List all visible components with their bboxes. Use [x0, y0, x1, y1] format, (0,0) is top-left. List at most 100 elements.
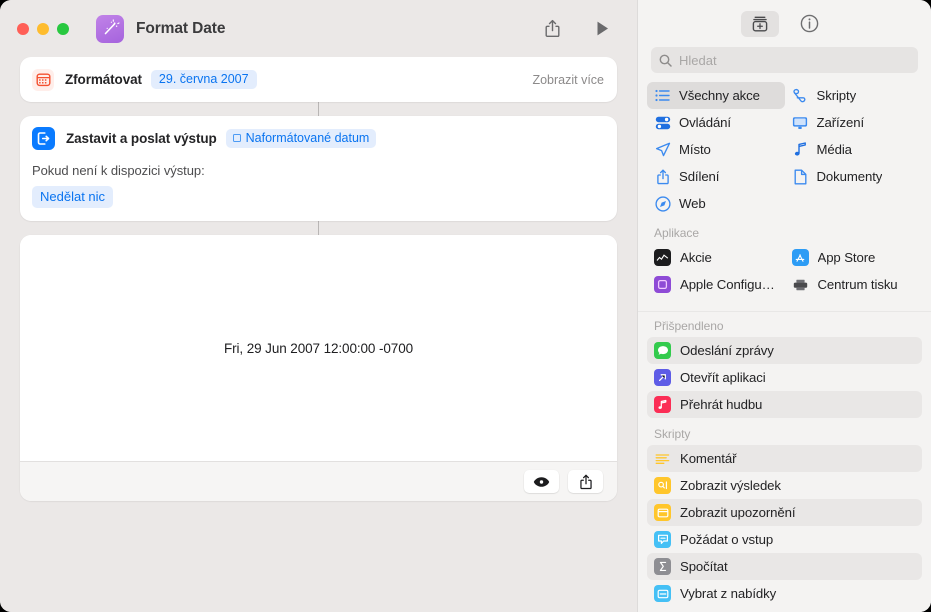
- output-variable-token[interactable]: Naformátované datum: [225, 129, 377, 148]
- script-label: Komentář: [680, 451, 737, 466]
- app-label: Centrum tisku: [817, 277, 898, 292]
- sliders-icon: [654, 116, 671, 130]
- app-store-icon: [791, 249, 809, 266]
- location-arrow-icon: [654, 142, 671, 157]
- magic-wand-icon: [96, 14, 124, 43]
- script-label: Zobrazit výsledek: [680, 478, 781, 493]
- script-label: Spočítat: [680, 559, 728, 574]
- pinned-item-prehrat-hudbu[interactable]: Přehrát hudbu: [647, 391, 922, 418]
- zoom-button[interactable]: [57, 22, 69, 35]
- print-center-icon: [792, 276, 809, 293]
- app-label: App Store: [817, 250, 876, 265]
- calendar-icon: [32, 68, 54, 91]
- no-output-label: Pokud není k dispozici výstup:: [32, 163, 205, 178]
- list-clip-fade: [638, 298, 931, 312]
- category-misto[interactable]: Místo: [647, 136, 785, 163]
- music-note-icon: [792, 142, 809, 157]
- messages-icon: [654, 342, 671, 359]
- category-label: Sdílení: [679, 169, 720, 184]
- shortcuts-window: Format Date Zformátovat 29. června 2007 …: [0, 0, 931, 612]
- no-output-value-chip[interactable]: Nedělat nic: [32, 186, 114, 208]
- library-toolbar: [638, 0, 931, 47]
- action-library-button[interactable]: [741, 10, 779, 37]
- category-web[interactable]: Web: [647, 190, 785, 217]
- category-label: Ovládání: [679, 115, 731, 130]
- preview-toolbar: [20, 461, 617, 501]
- minimize-button[interactable]: [37, 22, 49, 35]
- editor-pane: Format Date Zformátovat 29. června 2007 …: [0, 0, 637, 612]
- category-label: Média: [816, 142, 852, 157]
- pinned-section-header: Přišpendleno: [654, 319, 724, 333]
- pinned-scripts-panel: Přišpendleno Odeslání zprávy Otevřít apl…: [638, 312, 931, 612]
- show-alert-icon: [654, 504, 671, 521]
- share-up-icon: [654, 169, 671, 185]
- info-button[interactable]: [790, 11, 828, 37]
- show-more-button[interactable]: Zobrazit více: [532, 73, 604, 87]
- script-item-spocitat[interactable]: Spočítat: [647, 553, 922, 580]
- action-label: Zastavit a poslat výstup: [66, 131, 217, 146]
- choose-menu-icon: [654, 585, 671, 602]
- variable-square-icon: [232, 134, 241, 142]
- window-title: Format Date: [136, 19, 226, 37]
- action-card-format-date[interactable]: Zformátovat 29. června 2007 Zobrazit víc…: [20, 57, 617, 102]
- search-input[interactable]: [679, 52, 910, 68]
- script-label: Zobrazit upozornění: [680, 505, 796, 520]
- quick-look-button[interactable]: [524, 470, 559, 493]
- category-label: Web: [679, 196, 706, 211]
- share-icon[interactable]: [537, 16, 567, 42]
- run-shortcut-button[interactable]: [587, 16, 617, 42]
- window-titlebar: Format Date: [0, 0, 637, 57]
- search-container: [638, 47, 931, 82]
- calculate-sigma-icon: [654, 558, 671, 575]
- category-label: Zařízení: [816, 115, 865, 130]
- date-token[interactable]: 29. června 2007: [150, 70, 257, 89]
- app-item-akcie[interactable]: Akcie: [647, 244, 785, 271]
- app-item-app-store[interactable]: App Store: [785, 244, 923, 271]
- display-icon: [792, 116, 809, 130]
- pinned-label: Otevřít aplikaci: [680, 370, 766, 385]
- category-label: Všechny akce: [679, 88, 760, 103]
- result-preview-card: Fri, 29 Jun 2007 12:00:00 -0700: [20, 235, 617, 501]
- token-label: Naformátované datum: [245, 131, 370, 145]
- category-vsechny-akce[interactable]: Všechny akce: [647, 82, 785, 109]
- category-dokumenty[interactable]: Dokumenty: [785, 163, 923, 190]
- action-header-row: Zastavit a poslat výstup Naformátované d…: [32, 127, 604, 150]
- script-item-vybrat-z-nabidky[interactable]: Vybrat z nabídky: [647, 580, 922, 607]
- category-ovladani[interactable]: Ovládání: [647, 109, 785, 136]
- action-label: Zformátovat: [65, 72, 142, 87]
- script-item-pozadat-o-vstup[interactable]: Požádat o vstup: [647, 526, 922, 553]
- apps-section-header: Aplikace: [654, 226, 699, 240]
- app-item-centrum-tisku[interactable]: Centrum tisku: [785, 271, 923, 298]
- search-field[interactable]: [651, 47, 918, 73]
- script-item-zobrazit-upozorneni[interactable]: Zobrazit upozornění: [647, 499, 922, 526]
- category-label: Místo: [679, 142, 711, 157]
- preview-body: Fri, 29 Jun 2007 12:00:00 -0700: [20, 235, 617, 461]
- close-button[interactable]: [17, 22, 29, 35]
- open-app-icon: [654, 369, 671, 386]
- preview-result-text: Fri, 29 Jun 2007 12:00:00 -0700: [223, 340, 414, 356]
- apps-grid: Akcie App Store Apple Configurator Centr…: [638, 244, 931, 298]
- pinned-label: Přehrát hudbu: [680, 397, 763, 412]
- share-result-button[interactable]: [568, 470, 603, 493]
- compass-icon: [654, 195, 671, 212]
- pinned-label: Odeslání zprávy: [680, 343, 774, 358]
- search-icon: [659, 54, 672, 67]
- app-item-apple-configurator[interactable]: Apple Configurator: [647, 271, 785, 298]
- app-label: Apple Configurator: [680, 277, 778, 292]
- category-label: Skripty: [816, 88, 857, 103]
- script-item-zobrazit-vysledek[interactable]: Zobrazit výsledek: [647, 472, 922, 499]
- show-result-icon: [654, 477, 671, 494]
- ask-input-icon: [654, 531, 671, 548]
- pinned-item-odeslani-zpravy[interactable]: Odeslání zprávy: [647, 337, 922, 364]
- category-skripty[interactable]: Skripty: [785, 82, 923, 109]
- action-card-stop-and-output[interactable]: Zastavit a poslat výstup Naformátované d…: [20, 116, 617, 221]
- script-item-komentar[interactable]: Komentář: [647, 445, 922, 472]
- category-media[interactable]: Média: [785, 136, 923, 163]
- traffic-lights: [17, 22, 69, 35]
- pinned-item-otevrit-aplikaci[interactable]: Otevřít aplikaci: [647, 364, 922, 391]
- script-label: Požádat o vstup: [680, 532, 774, 547]
- action-library-pane: Všechny akce Skripty: [637, 0, 931, 612]
- category-zarizeni[interactable]: Zařízení: [785, 109, 923, 136]
- category-sdileni[interactable]: Sdílení: [647, 163, 785, 190]
- stocks-app-icon: [654, 249, 671, 266]
